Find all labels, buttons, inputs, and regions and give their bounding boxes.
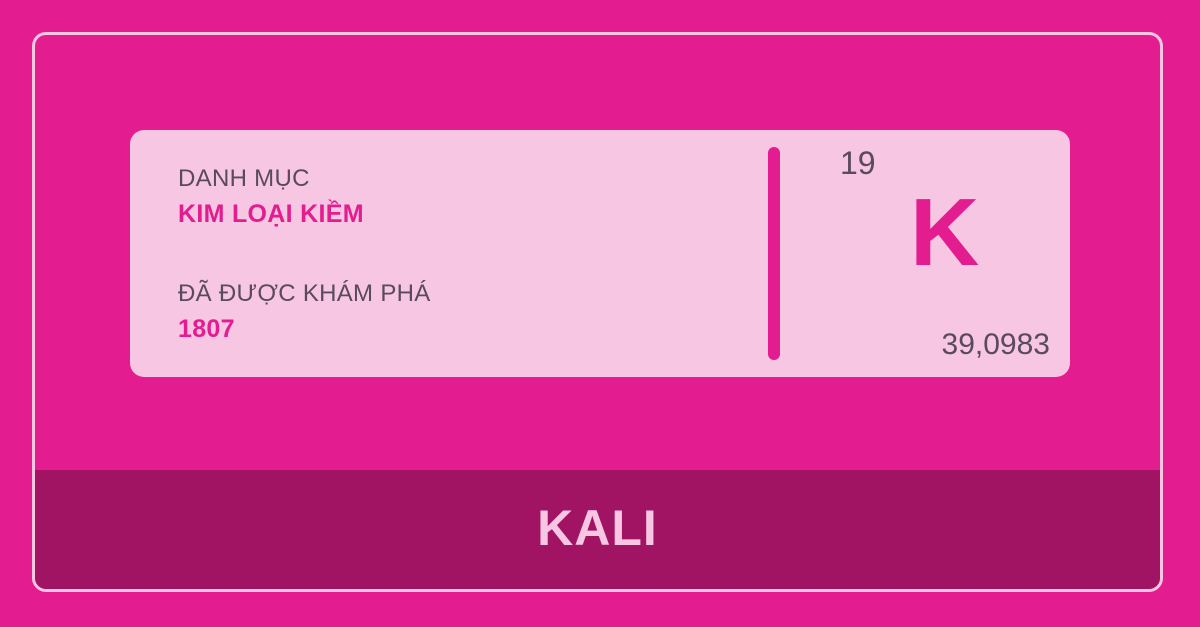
atomic-number: 19: [840, 145, 876, 181]
atomic-mass: 39,0983: [941, 328, 1050, 361]
element-name: KALI: [537, 499, 658, 556]
element-symbol: K: [910, 179, 980, 286]
category-label: DANH MỤC: [178, 165, 310, 192]
discovered-value: 1807: [178, 315, 235, 343]
element-card: DANH MỤC KIM LOẠI KIỀM ĐÃ ĐƯỢC KHÁM PHÁ …: [130, 130, 1070, 377]
divider-bar: [768, 147, 780, 360]
footer-band: KALI: [35, 470, 1160, 589]
discovered-label: ĐÃ ĐƯỢC KHÁM PHÁ: [178, 280, 431, 307]
category-value: KIM LOẠI KIỀM: [178, 200, 364, 228]
